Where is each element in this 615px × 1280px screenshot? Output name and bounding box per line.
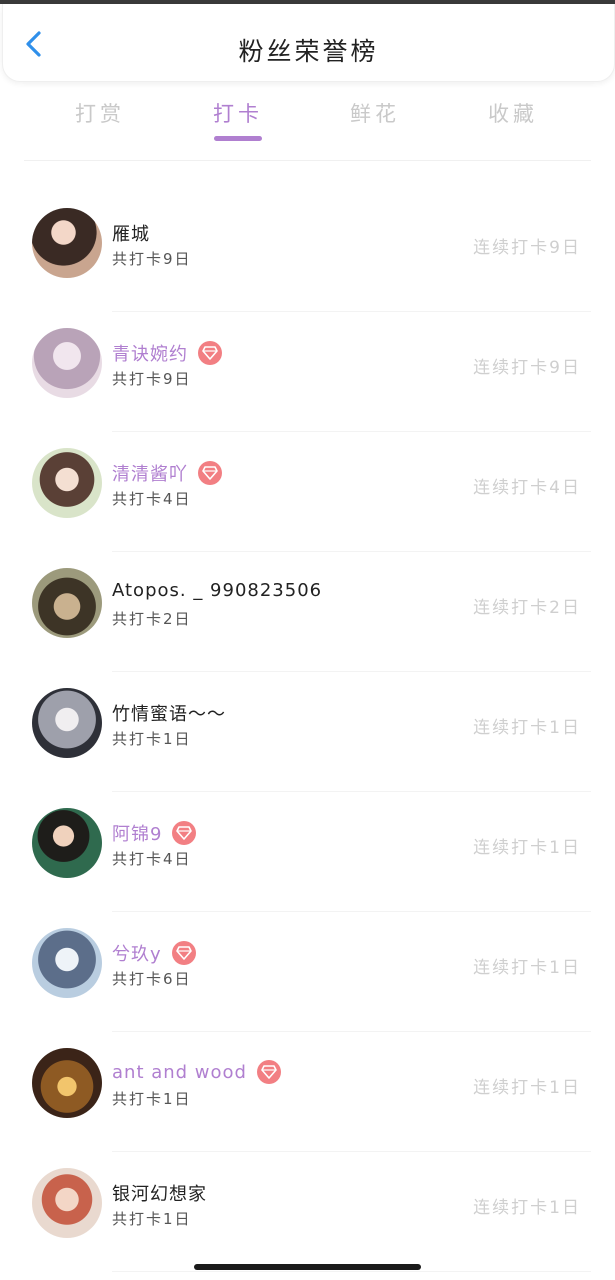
fan-name-line: Atopos. _ 990823506 [112,580,322,601]
fan-row[interactable]: 阿锦9 共打卡4日 连续打卡1日 [0,790,615,912]
fan-name: 兮玖y [112,944,162,965]
fan-row[interactable]: 兮玖y 共打卡6日 连续打卡1日 [0,910,615,1032]
fan-name: Atopos. _ 990823506 [112,580,323,601]
home-indicator [194,1264,421,1270]
fan-name: 清清酱吖 [112,464,188,485]
fan-name-line: 雁城 [112,220,150,246]
avatar[interactable] [32,688,102,758]
fan-name: 竹情蜜语～～ [112,704,226,725]
fan-row[interactable]: ant and wood 共打卡1日 连续打卡1日 [0,1030,615,1152]
fan-row[interactable]: 雁城共打卡9日 连续打卡9日 [0,190,615,312]
diamond-badge-icon [256,1060,281,1084]
fan-name-line: 青诀婉约 [112,340,222,366]
total-checkins: 共打卡1日 [112,1090,192,1108]
total-checkins: 共打卡9日 [112,250,192,268]
fan-row[interactable]: 清清酱吖共打卡4日 连续打卡4日 [0,430,615,552]
page-title: 粉丝荣誉榜 [238,37,379,66]
tab-checkin[interactable]: 打卡 [188,98,288,128]
total-checkins: 共打卡4日 [112,490,192,508]
total-checkins: 共打卡9日 [112,370,192,388]
streak-days: 连续打卡1日 [473,958,581,978]
total-checkins: 共打卡6日 [112,970,192,988]
diamond-badge-icon [198,341,222,365]
fan-row[interactable]: 青诀婉约共打卡9日 连续打卡9日 [0,310,615,432]
streak-days: 连续打卡9日 [473,238,581,258]
avatar[interactable] [32,808,102,878]
total-checkins: 共打卡4日 [112,850,192,868]
avatar[interactable] [32,928,102,998]
avatar[interactable] [32,208,102,278]
fan-name-line: 兮玖y [112,940,196,966]
streak-days: 连续打卡1日 [473,1078,581,1098]
total-checkins: 共打卡1日 [112,730,192,748]
avatar[interactable] [32,1048,102,1118]
fan-name-line: 银河幻想家 [112,1180,207,1206]
fan-name-line: 清清酱吖 [112,460,222,486]
fan-name: 银河幻想家 [112,1184,207,1205]
streak-days: 连续打卡4日 [473,478,581,498]
diamond-badge-icon [198,461,222,485]
total-checkins: 共打卡1日 [112,1210,192,1228]
avatar[interactable] [32,328,102,398]
avatar[interactable] [32,568,102,638]
fan-name: 雁城 [112,224,150,245]
streak-days: 连续打卡1日 [473,718,581,738]
avatar[interactable] [32,448,102,518]
tab-favorites[interactable]: 收藏 [463,98,563,128]
row-divider [112,1271,591,1272]
streak-days: 连续打卡1日 [473,838,581,858]
fan-row[interactable]: Atopos. _ 990823506 共打卡2日 连续打卡2日 [0,550,615,672]
diamond-badge-icon [172,821,197,845]
streak-days: 连续打卡1日 [473,1198,581,1218]
diamond-badge-icon [171,941,196,965]
fan-name: ant and wood [112,1061,247,1083]
tab-flowers[interactable]: 鲜花 [325,98,425,128]
fan-name: 青诀婉约 [112,344,188,365]
nav-header: 粉丝荣誉榜 [2,4,615,82]
fan-row[interactable]: 竹情蜜语～～ 共打卡1日 连续打卡1日 [0,670,615,792]
active-tab-indicator [214,136,262,141]
avatar[interactable] [32,1168,102,1238]
fan-name: 阿锦9 [112,824,163,845]
fan-name-line: ant and wood [112,1060,281,1084]
fan-name-line: 竹情蜜语～～ [112,700,226,726]
tab-divider [24,160,591,161]
streak-days: 连续打卡2日 [473,598,581,618]
fan-name-line: 阿锦9 [112,820,197,846]
tab-bar: 打赏 打卡 鲜花 收藏 [0,92,615,152]
tab-reward[interactable]: 打赏 [50,98,150,128]
streak-days: 连续打卡9日 [473,358,581,378]
total-checkins: 共打卡2日 [112,610,192,628]
fan-row[interactable]: 银河幻想家共打卡1日 连续打卡1日 [0,1150,615,1272]
